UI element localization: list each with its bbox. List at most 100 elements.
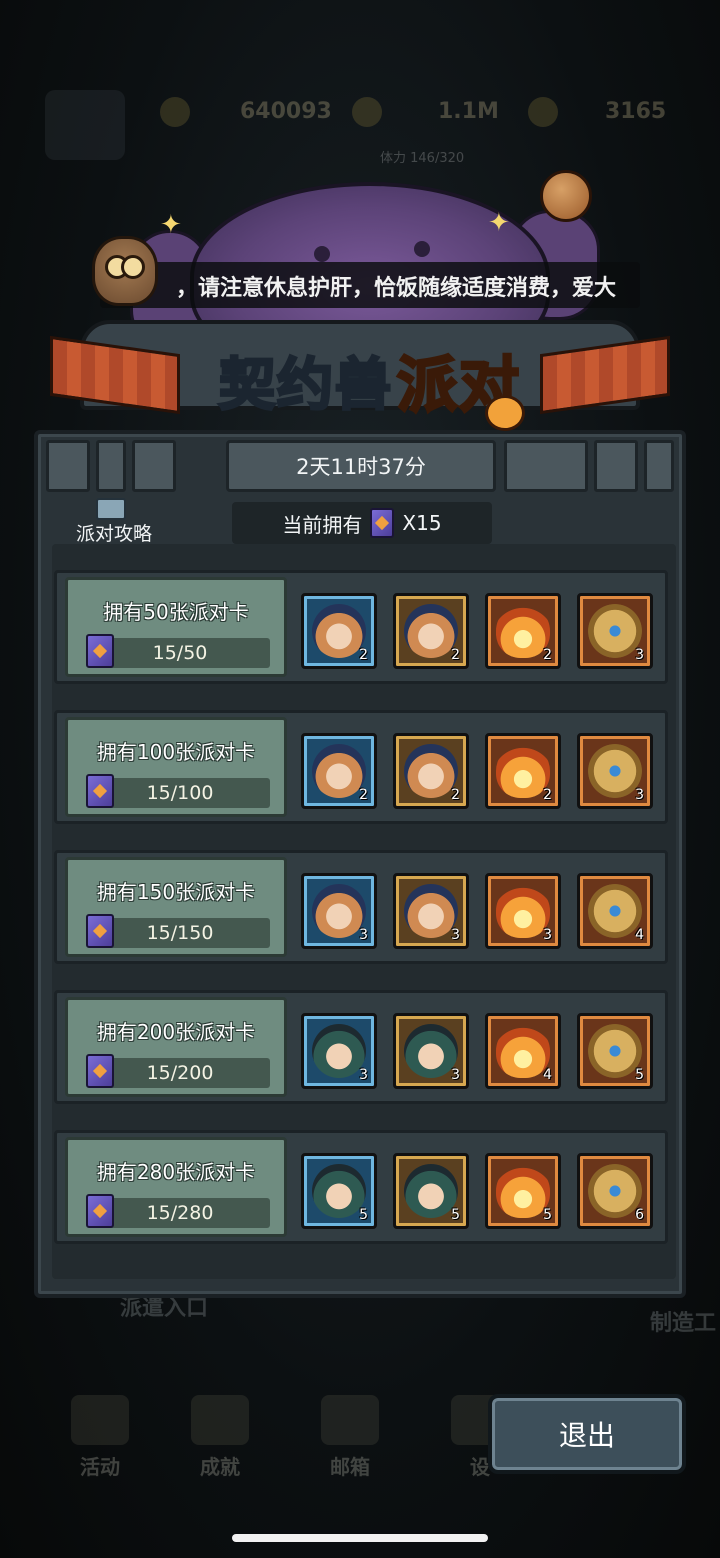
battlement: [644, 440, 674, 492]
reward-item[interactable]: 3: [301, 873, 377, 949]
reward-item[interactable]: 5: [393, 1153, 469, 1229]
boy-icon: [404, 1024, 458, 1078]
battlement: [96, 440, 126, 492]
notice-text: ，请注意休息护肝，恰饭随缘适度消费，爱大家: [176, 276, 616, 301]
reward-item[interactable]: 2: [301, 593, 377, 669]
reward-count: 2: [451, 787, 460, 803]
book-icon: [96, 498, 126, 520]
boy-icon: [404, 1164, 458, 1218]
owned-cards-bar: 当前拥有 X15: [232, 502, 492, 544]
boy-icon: [312, 1164, 366, 1218]
battlement: [504, 440, 588, 492]
girl-icon: [312, 884, 366, 938]
reward-item[interactable]: 5: [577, 1013, 653, 1089]
vase-icon: [588, 744, 642, 798]
owl-icon: [92, 236, 158, 306]
boy-icon: [312, 1024, 366, 1078]
reward-item[interactable]: 2: [485, 593, 561, 669]
resource-coin: 1.1M: [438, 99, 499, 124]
activity-icon: [71, 1395, 129, 1445]
vase-icon: [588, 604, 642, 658]
tier-progress: 15/100: [90, 778, 270, 808]
girl-icon: [404, 604, 458, 658]
party-card-icon: [86, 1054, 114, 1088]
tier-progress: 15/50: [90, 638, 270, 668]
reward-item[interactable]: 3: [577, 733, 653, 809]
reward-item[interactable]: 3: [393, 873, 469, 949]
tier-title: 拥有150张派对卡: [96, 880, 256, 904]
girl-icon: [404, 744, 458, 798]
reward-item[interactable]: 5: [485, 1153, 561, 1229]
reward-item[interactable]: 2: [485, 733, 561, 809]
gold-icon: [160, 97, 190, 127]
reward-item[interactable]: 2: [393, 593, 469, 669]
fire-icon: [496, 744, 550, 798]
reward-tier-row: 拥有50张派对卡 15/50 2 2 2 3: [54, 570, 668, 684]
resource-gem: 3165: [605, 99, 667, 124]
owned-value: X15: [402, 511, 442, 535]
player-avatar: [45, 90, 125, 160]
coin-icon: [352, 97, 382, 127]
reward-count: 4: [543, 1067, 552, 1083]
tier-progress: 15/200: [90, 1058, 270, 1088]
reward-tier-row: 拥有100张派对卡 15/100 2 2 2 3: [54, 710, 668, 824]
reward-item[interactable]: 3: [577, 593, 653, 669]
mail-icon: [321, 1395, 379, 1445]
reward-item[interactable]: 3: [393, 1013, 469, 1089]
reward-item[interactable]: 3: [301, 1013, 377, 1089]
tier-label-box: 拥有200张派对卡 15/200: [65, 997, 287, 1097]
background-top-bar: 640093 1.1M 3165 体力 146/320: [0, 85, 720, 166]
tier-progress: 15/280: [90, 1198, 270, 1228]
reward-item[interactable]: 3: [485, 873, 561, 949]
tier-progress: 15/150: [90, 918, 270, 948]
reward-count: 3: [359, 1067, 368, 1083]
tier-label-box: 拥有150张派对卡 15/150: [65, 857, 287, 957]
party-card-icon: [86, 1194, 114, 1228]
reward-item[interactable]: 2: [393, 733, 469, 809]
gem-icon: [528, 97, 558, 127]
reward-count: 3: [451, 1067, 460, 1083]
battlement: [46, 440, 90, 492]
reward-item[interactable]: 4: [485, 1013, 561, 1089]
nav-item-activity: 活动: [60, 1395, 140, 1485]
reward-item[interactable]: 4: [577, 873, 653, 949]
reward-count: 2: [451, 647, 460, 663]
reward-count: 4: [635, 927, 644, 943]
tier-label-box: 拥有100张派对卡 15/100: [65, 717, 287, 817]
tier-label-box: 拥有50张派对卡 15/50: [65, 577, 287, 677]
reward-count: 2: [543, 647, 552, 663]
reward-count: 2: [543, 787, 552, 803]
home-indicator: [232, 1534, 488, 1542]
tier-title: 拥有280张派对卡: [96, 1160, 256, 1184]
reward-count: 3: [359, 927, 368, 943]
fire-icon: [496, 1024, 550, 1078]
vase-icon: [588, 884, 642, 938]
fire-icon: [496, 604, 550, 658]
nav-item-achievement: 成就: [180, 1395, 260, 1485]
reward-count: 5: [635, 1067, 644, 1083]
reward-item[interactable]: 5: [301, 1153, 377, 1229]
tier-title: 拥有200张派对卡: [96, 1020, 256, 1044]
girl-icon: [312, 744, 366, 798]
reward-count: 6: [635, 1207, 644, 1223]
sparkle-icon: ✦: [488, 208, 510, 238]
reward-count: 3: [635, 787, 644, 803]
tier-title: 拥有50张派对卡: [103, 600, 249, 624]
reward-count: 5: [543, 1207, 552, 1223]
monster-eye: [414, 241, 430, 257]
reward-tier-row: 拥有200张派对卡 15/200 3 3 4 5: [54, 990, 668, 1104]
party-card-icon: [86, 914, 114, 948]
strategy-button[interactable]: 派对攻略: [70, 498, 170, 546]
reward-item[interactable]: 6: [577, 1153, 653, 1229]
reward-tier-row: 拥有280张派对卡 15/280 5 5 5 6: [54, 1130, 668, 1244]
party-card-icon: [86, 634, 114, 668]
paw-icon: [485, 395, 525, 431]
fire-icon: [496, 884, 550, 938]
resource-gold: 640093: [240, 99, 332, 124]
vase-icon: [588, 1164, 642, 1218]
reward-item[interactable]: 2: [301, 733, 377, 809]
owned-label: 当前拥有: [282, 512, 363, 537]
achievement-icon: [191, 1395, 249, 1445]
exit-button[interactable]: 退出: [488, 1394, 686, 1474]
background-label-right: 制造工: [650, 1311, 717, 1336]
